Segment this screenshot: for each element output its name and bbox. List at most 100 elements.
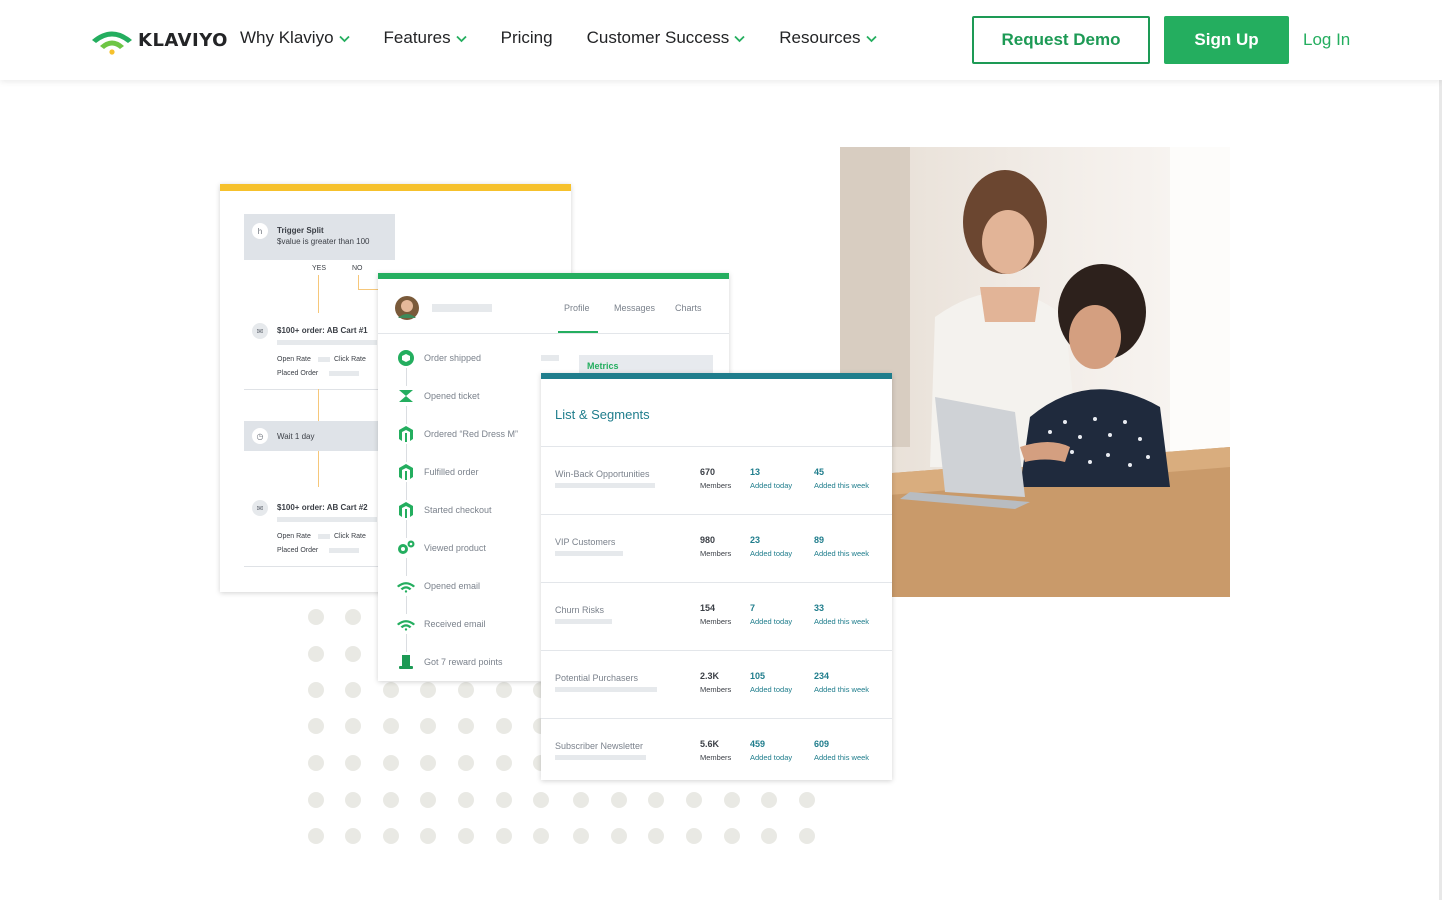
- two-women-at-laptop-image: [840, 147, 1230, 597]
- flow-connector: [358, 275, 359, 289]
- segment-row[interactable]: Win-Back Opportunities 670 Members 13 Added …: [541, 446, 892, 514]
- decorative-dot: [799, 792, 815, 808]
- segment-row[interactable]: Churn Risks 154 Members 7 Added today 33 Added…: [541, 582, 892, 650]
- magento-icon: [396, 462, 416, 482]
- decorative-dot: [496, 792, 512, 808]
- decorative-dot: [724, 792, 740, 808]
- tab-messages[interactable]: Messages: [614, 303, 655, 313]
- event-label: Received email: [424, 619, 486, 629]
- profile-name-placeholder: [432, 304, 492, 312]
- menu-label: Features: [383, 28, 451, 47]
- members-count: 154: [700, 603, 716, 613]
- main-menu: Why Klaviyo Features Pricing Customer Su…: [240, 28, 877, 48]
- segment-name: Churn Risks: [555, 605, 605, 615]
- decorative-dot: [383, 792, 399, 808]
- placeholder-bar: [318, 357, 330, 362]
- decorative-dot: [383, 755, 399, 771]
- lists-segments-card: List & Segments Win-Back Opportunities 67…: [541, 373, 892, 780]
- added-today-label: Added today: [750, 617, 793, 626]
- decorative-dot: [496, 755, 512, 771]
- tab-charts[interactable]: Charts: [675, 303, 702, 313]
- event-label: Ordered “Red Dress M”: [424, 429, 519, 439]
- decorative-dot: [686, 792, 702, 808]
- email-icon: ✉: [252, 323, 268, 339]
- top-navigation: KLAVIYO Why Klaviyo Features Pricing Cus…: [0, 0, 1442, 80]
- klaviyo-logo[interactable]: KLAVIYO: [90, 25, 228, 55]
- added-week-count: 33: [814, 603, 825, 613]
- timeline-event[interactable]: Got 7 reward points: [396, 652, 503, 672]
- trigger-condition: $value is greater than 100: [277, 237, 370, 246]
- chevron-down-icon: [455, 35, 467, 43]
- decorative-dot: [458, 828, 474, 844]
- event-label: Opened ticket: [424, 391, 480, 401]
- timeline-event[interactable]: Received email: [396, 614, 486, 634]
- placeholder-bar: [555, 551, 623, 556]
- menu-label: Resources: [779, 28, 861, 47]
- event-label: Viewed product: [424, 543, 486, 553]
- members-label: Members: [700, 481, 732, 490]
- timeline-event[interactable]: Opened ticket: [396, 386, 480, 406]
- added-today-count: 7: [750, 603, 756, 613]
- menu-customer-success[interactable]: Customer Success: [587, 28, 746, 48]
- added-week-label: Added this week: [814, 481, 870, 490]
- wait-node[interactable]: ◷ Wait 1 day: [244, 421, 384, 451]
- menu-pricing[interactable]: Pricing: [501, 28, 553, 48]
- decorative-dot: [458, 682, 474, 698]
- menu-features[interactable]: Features: [384, 28, 467, 48]
- added-week-label: Added this week: [814, 685, 870, 694]
- added-week-label: Added this week: [814, 753, 870, 762]
- members-label: Members: [700, 685, 732, 694]
- divider: [378, 333, 729, 334]
- placeholder-bar: [555, 619, 612, 624]
- log-in-link[interactable]: Log In: [1303, 30, 1350, 50]
- request-demo-button[interactable]: Request Demo: [972, 16, 1150, 64]
- decorative-dot: [420, 755, 436, 771]
- zendesk-icon: [396, 386, 416, 406]
- trigger-split-node[interactable]: h Trigger Split $value is greater than 1…: [244, 214, 395, 260]
- decorative-dot: [308, 609, 324, 625]
- segment-row[interactable]: Subscriber Newsletter 5.6K Members 459 Added…: [541, 718, 892, 786]
- split-icon: h: [252, 223, 268, 239]
- decorative-dot: [383, 828, 399, 844]
- placed-order-label: Placed Order: [277, 370, 319, 377]
- event-label: Got 7 reward points: [424, 657, 503, 667]
- timeline-event[interactable]: Opened email: [396, 576, 480, 596]
- members-label: Members: [700, 617, 732, 626]
- menu-why-klaviyo[interactable]: Why Klaviyo: [240, 28, 350, 48]
- segment-row[interactable]: VIP Customers 980 Members 23 Added today 89 Ad…: [541, 514, 892, 582]
- added-today-label: Added today: [750, 549, 793, 558]
- shipping-icon: [396, 348, 416, 368]
- members-count: 5.6K: [700, 739, 720, 749]
- open-rate-label: Open Rate: [277, 356, 311, 363]
- decorative-dot: [345, 718, 361, 734]
- decorative-dot: [496, 718, 512, 734]
- decorative-dot: [458, 792, 474, 808]
- timeline-event[interactable]: Started checkout: [396, 500, 492, 520]
- magento-icon: [396, 424, 416, 444]
- divider: [244, 566, 384, 567]
- email-node-title[interactable]: $100+ order: AB Cart #2: [277, 503, 368, 512]
- added-today-label: Added today: [750, 753, 793, 762]
- divider: [244, 389, 384, 390]
- event-label: Started checkout: [424, 505, 492, 515]
- decorative-dot: [420, 792, 436, 808]
- sign-up-button[interactable]: Sign Up: [1164, 16, 1289, 64]
- placeholder-bar: [277, 340, 377, 345]
- menu-resources[interactable]: Resources: [779, 28, 877, 48]
- members-count: 670: [700, 467, 716, 477]
- decorative-dot: [533, 828, 549, 844]
- segment-name: VIP Customers: [555, 537, 616, 547]
- timeline-event[interactable]: Ordered “Red Dress M”: [396, 424, 518, 444]
- timeline-event[interactable]: Fulfilled order: [396, 462, 479, 482]
- tab-profile[interactable]: Profile: [564, 303, 590, 313]
- magento-icon: [396, 500, 416, 520]
- segment-row[interactable]: Potential Purchasers 2.3K Members 105 Added …: [541, 650, 892, 718]
- email-node-title[interactable]: $100+ order: AB Cart #1: [277, 326, 368, 335]
- top-hat-icon: [396, 652, 416, 672]
- no-branch-label: NO: [352, 265, 363, 272]
- timeline-event[interactable]: Order shipped: [396, 348, 481, 368]
- timeline-event[interactable]: Viewed product: [396, 538, 486, 558]
- chevron-down-icon: [734, 35, 745, 43]
- added-today-count: 105: [750, 671, 766, 681]
- decorative-dot: [383, 718, 399, 734]
